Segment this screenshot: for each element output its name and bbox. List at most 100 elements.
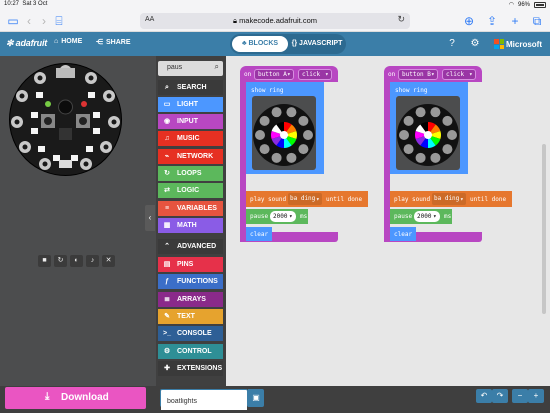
zoom-out-button[interactable]: − (512, 389, 528, 403)
brand-logo[interactable]: ✻ adafruit (6, 38, 47, 49)
help-icon[interactable]: ? (445, 37, 459, 51)
clear-block[interactable]: clear (246, 227, 272, 241)
pause-block[interactable]: pause 2000 ▾ ms (390, 209, 452, 224)
neopixel-led[interactable] (259, 144, 270, 155)
home-button[interactable]: ⌂ HOME (54, 38, 82, 45)
toolbox-category-search[interactable]: ⌕ SEARCH (158, 80, 223, 95)
clear-label: clear (394, 231, 413, 238)
project-name-field[interactable] (160, 389, 248, 410)
toolbox-category-math[interactable]: ▦ MATH (158, 218, 223, 233)
collapse-simulator-handle[interactable]: ‹ (145, 205, 155, 231)
download-button[interactable]: ⤓ Download (5, 387, 146, 409)
show-ring-block[interactable]: show ring (390, 82, 468, 174)
block-stack-button-a[interactable]: on button Aclick ▾ ▾ show ring play sound ba d… (240, 66, 368, 251)
close-icon[interactable]: ✕ (102, 255, 115, 267)
search-input[interactable]: paus (167, 64, 182, 71)
back-icon[interactable]: ‹ (22, 14, 36, 28)
address-bar[interactable]: AA 🔒︎ makecode.adafruit.com ↻ (140, 13, 410, 29)
toolbox-category-extensions[interactable]: ✚ EXTENSIONS (158, 361, 223, 376)
restart-icon[interactable]: ↻ (54, 255, 67, 267)
toolbox-search[interactable]: paus ⌕ (158, 61, 223, 76)
circuit-playground-board[interactable] (8, 62, 123, 177)
toolbox-category-functions[interactable]: ƒ FUNCTIONS (158, 274, 223, 289)
event-block-header[interactable]: on button Aclick ▾ ▾ (240, 66, 338, 82)
toolbox-category-loops[interactable]: ↻ LOOPS (158, 166, 223, 181)
neopixel-led[interactable] (430, 152, 441, 163)
forward-icon[interactable]: › (37, 14, 51, 28)
neopixel-led[interactable] (298, 115, 309, 126)
slow-motion-icon[interactable]: ◐ (70, 255, 83, 267)
new-tab-icon[interactable]: + (508, 14, 522, 28)
neopixel-led[interactable] (415, 107, 426, 118)
save-button[interactable]: ▣ (248, 389, 264, 407)
download-label: Download (61, 392, 109, 403)
share-icon[interactable]: ⇪ (485, 14, 499, 28)
show-ring-block[interactable]: show ring (246, 82, 324, 174)
neopixel-led[interactable] (403, 115, 414, 126)
mute-icon[interactable]: ♪ (86, 255, 99, 267)
block-stack-button-b[interactable]: on button Bclick ▾ ▾ show ring play sound ba d… (384, 66, 512, 251)
settings-gear-icon[interactable]: ⚙ (468, 37, 482, 51)
tab-javascript[interactable]: {} JAVASCRIPT (290, 36, 344, 52)
event-block-header[interactable]: on button Bclick ▾ ▾ (384, 66, 482, 82)
toolbox-category-light[interactable]: ▭ LIGHT (158, 97, 223, 112)
toolbox-category-variables[interactable]: ≡ VARIABLES (158, 201, 223, 216)
toolbox-category-console[interactable]: >_ CONSOLE (158, 326, 223, 341)
reload-icon[interactable]: ↻ (397, 14, 405, 25)
neopixel-led[interactable] (442, 144, 453, 155)
pause-block[interactable]: pause 2000 ▾ ms (246, 209, 308, 224)
neopixel-ring-icon[interactable] (252, 96, 316, 170)
neopixel-led[interactable] (286, 152, 297, 163)
tab-blocks[interactable]: ♣ BLOCKS (232, 36, 288, 52)
toolbox-category-music[interactable]: ♫ MUSIC (158, 131, 223, 146)
microsoft-logo[interactable]: Microsoft (494, 39, 542, 49)
neopixel-led[interactable] (271, 107, 282, 118)
neopixel-led[interactable] (255, 130, 265, 140)
neopixel-led[interactable] (447, 130, 457, 140)
control-icon: ⚙ (163, 348, 171, 355)
share-button[interactable]: ⋲ SHARE (96, 38, 131, 47)
toolbox-category-logic[interactable]: ⇄ LOGIC (158, 183, 223, 198)
toolbox-category-control[interactable]: ⚙ CONTROL (158, 344, 223, 359)
sidebar-icon[interactable]: ▭ (6, 14, 20, 28)
event-on-label: on (244, 71, 252, 78)
ring-color-editor[interactable] (252, 96, 316, 170)
redo-button[interactable]: ↷ (492, 389, 508, 403)
play-sound-block[interactable]: play sound ba ding ▾ until done (246, 191, 368, 207)
microsoft-label: Microsoft (506, 39, 542, 49)
neopixel-led[interactable] (271, 152, 282, 163)
neopixel-led[interactable] (399, 130, 409, 140)
play-sound-block[interactable]: play sound ba ding ▾ until done (390, 191, 512, 207)
toolbox-category-advanced[interactable]: ⌃ ADVANCED (158, 239, 223, 254)
category-label: TEXT (177, 313, 195, 320)
neopixel-led[interactable] (430, 107, 441, 118)
ring-color-editor[interactable] (396, 96, 460, 170)
sound-dropdown-chevron: ▾ (460, 196, 464, 203)
neopixel-led[interactable] (286, 107, 297, 118)
neopixel-led[interactable] (259, 115, 270, 126)
undo-button[interactable]: ↶ (476, 389, 492, 403)
neopixel-led[interactable] (442, 115, 453, 126)
toolbox-category-network[interactable]: ⌁ NETWORK (158, 149, 223, 164)
neopixel-led[interactable] (403, 144, 414, 155)
show-ring-label: show ring (395, 87, 428, 94)
toolbox-category-pins[interactable]: ▤ PINS (158, 257, 223, 272)
neopixel-ring-icon[interactable] (396, 96, 460, 170)
zoom-in-button[interactable]: + (528, 389, 544, 403)
blocks-workspace[interactable]: on button Aclick ▾ ▾ show ring play sound ba d… (226, 56, 550, 386)
neopixel-led[interactable] (303, 130, 313, 140)
tabs-icon[interactable]: ⧉ (530, 14, 544, 28)
workspace-scrollbar[interactable] (542, 144, 546, 314)
stop-icon[interactable]: ■ (38, 255, 51, 267)
bookmarks-icon[interactable]: ⌸ (52, 14, 66, 28)
toolbox-category-input[interactable]: ◉ INPUT (158, 114, 223, 129)
toolbox-category-text[interactable]: ✎ TEXT (158, 309, 223, 324)
headphones-icon: ♫ (164, 135, 170, 142)
clear-label: clear (250, 231, 269, 238)
neopixel-led[interactable] (298, 144, 309, 155)
neopixel-led[interactable] (415, 152, 426, 163)
clear-block[interactable]: clear (390, 227, 416, 241)
project-name-input[interactable] (161, 393, 247, 410)
downloads-icon[interactable]: ⊕ (462, 14, 476, 28)
toolbox-category-arrays[interactable]: ≣ ARRAYS (158, 292, 223, 307)
